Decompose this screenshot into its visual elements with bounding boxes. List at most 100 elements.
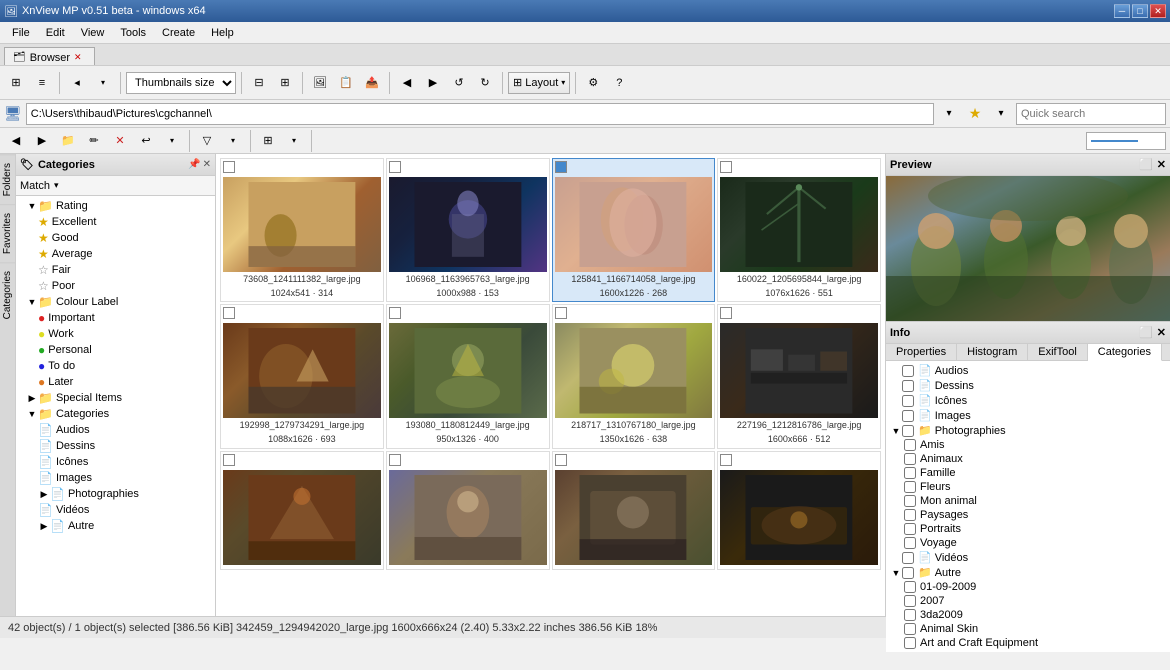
toolbar-refresh[interactable]: ↺ xyxy=(447,70,471,96)
tree-item-personal[interactable]: ● Personal xyxy=(18,342,213,358)
thumb-item-4[interactable]: 160022_1205695844_large.jpg 1076x1626 · … xyxy=(717,158,881,302)
tree-item-rating[interactable]: ▼ 📁 Rating xyxy=(18,198,213,214)
info-expand-icon[interactable]: ⬜ xyxy=(1139,326,1153,339)
pin-button[interactable]: 📌 xyxy=(188,159,200,170)
action-rotate[interactable]: ↩ xyxy=(134,128,158,154)
expand-photos[interactable]: ▶ xyxy=(38,489,50,500)
toolbar-back2[interactable]: ◀ xyxy=(395,70,419,96)
toolbar-help[interactable]: ? xyxy=(607,70,631,96)
cat-item-voyage[interactable]: Voyage xyxy=(888,536,1168,550)
cat-check-2009[interactable] xyxy=(904,581,916,593)
thumb-item-9[interactable] xyxy=(220,451,384,570)
tree-item-audios[interactable]: 📄 Audios xyxy=(18,422,213,438)
cat-check-photographies[interactable] xyxy=(902,425,914,437)
close-panel-button[interactable]: ✕ xyxy=(203,159,211,170)
action-dropdown2[interactable]: ▾ xyxy=(221,128,245,154)
cat-item-icones[interactable]: 📄 Icônes xyxy=(888,393,1168,408)
cat-check-images[interactable] xyxy=(902,410,914,422)
cat-check-dessins[interactable] xyxy=(902,380,914,392)
cat-item-photographies[interactable]: ▼ 📁 Photographies xyxy=(888,423,1168,438)
expand-rating[interactable]: ▼ xyxy=(26,201,38,211)
thumb-item-3[interactable]: 125841_1166714058_large.jpg 1600x1226 · … xyxy=(552,158,716,302)
thumb-item-1[interactable]: 73608_1241111382_large.jpg 1024x541 · 31… xyxy=(220,158,384,302)
cat-item-paysages[interactable]: Paysages xyxy=(888,508,1168,522)
expand-autre[interactable]: ▶ xyxy=(38,521,50,532)
toolbar-back[interactable]: ◂ xyxy=(65,70,89,96)
cat-item-dessins[interactable]: 📄 Dessins xyxy=(888,378,1168,393)
thumb-checkbox-1[interactable] xyxy=(223,161,235,173)
action-dropdown[interactable]: ▾ xyxy=(160,128,184,154)
cat-check-animalskin[interactable] xyxy=(904,623,916,635)
thumb-checkbox-7[interactable] xyxy=(555,307,567,319)
action-view-dropdown[interactable]: ▾ xyxy=(282,128,306,154)
cat-item-autre-root[interactable]: ▼ 📁 Autre xyxy=(888,565,1168,580)
address-input[interactable] xyxy=(26,103,934,125)
layout-button[interactable]: ⊞ Layout ▾ xyxy=(508,72,570,94)
action-back[interactable]: ◀ xyxy=(4,128,28,154)
cat-check-portraits[interactable] xyxy=(904,523,916,535)
thumb-item-2[interactable]: 106968_1163965763_large.jpg 1000x988 · 1… xyxy=(386,158,550,302)
thumb-item-12[interactable] xyxy=(717,451,881,570)
tree-item-autre[interactable]: ▶ 📄 Autre xyxy=(18,518,213,534)
tree-item-photos[interactable]: ▶ 📄 Photographies xyxy=(18,486,213,502)
toolbar-btn4[interactable]: 📋 xyxy=(334,70,358,96)
cat-check-paysages[interactable] xyxy=(904,509,916,521)
tree-item-good[interactable]: ★ Good xyxy=(18,230,213,246)
cat-check-artcraft[interactable] xyxy=(904,637,916,649)
toolbar-btn2[interactable]: ⊞ xyxy=(273,70,297,96)
tree-item-later[interactable]: ● Later xyxy=(18,374,213,390)
thumb-checkbox-2[interactable] xyxy=(389,161,401,173)
action-fwd[interactable]: ▶ xyxy=(30,128,54,154)
info-close-icon[interactable]: ✕ xyxy=(1157,326,1166,339)
expand-special[interactable]: ▶ xyxy=(26,393,38,404)
action-delete[interactable]: ✕ xyxy=(108,128,132,154)
toolbar-settings[interactable]: ⚙ xyxy=(581,70,605,96)
tree-item-excellent[interactable]: ★ Excellent xyxy=(18,214,213,230)
tab-histogram[interactable]: Histogram xyxy=(957,344,1028,360)
toolbar-btn5[interactable]: 📤 xyxy=(360,70,384,96)
cat-item-portraits[interactable]: Portraits xyxy=(888,522,1168,536)
cat-item-videos[interactable]: 📄 Vidéos xyxy=(888,550,1168,565)
thumb-checkbox-10[interactable] xyxy=(389,454,401,466)
cat-item-famille[interactable]: Famille xyxy=(888,466,1168,480)
cat-check-animaux[interactable] xyxy=(904,453,916,465)
minimize-button[interactable]: ─ xyxy=(1114,4,1130,18)
thumb-checkbox-12[interactable] xyxy=(720,454,732,466)
tree-item-poor[interactable]: ☆ Poor xyxy=(18,278,213,294)
cat-check-icones[interactable] xyxy=(902,395,914,407)
cat-check-2007[interactable] xyxy=(904,595,916,607)
thumb-item-10[interactable] xyxy=(386,451,550,570)
bookmark-dropdown-btn[interactable]: ▾ xyxy=(990,103,1012,125)
preview-close-icon[interactable]: ✕ xyxy=(1157,158,1166,171)
thumb-item-6[interactable]: 193080_1180812449_large.jpg 950x1326 · 4… xyxy=(386,304,550,448)
menu-file[interactable]: File xyxy=(4,25,38,41)
thumb-checkbox-11[interactable] xyxy=(555,454,567,466)
tree-item-colour-label[interactable]: ▼ 📁 Colour Label xyxy=(18,294,213,310)
cat-item-animalskin[interactable]: Animal Skin xyxy=(888,622,1168,636)
toolbar-btn3[interactable]: 🖼 xyxy=(308,70,332,96)
folders-tab[interactable]: Folders xyxy=(0,154,15,204)
action-folder-open[interactable]: 📁 xyxy=(56,128,80,154)
expand-categories[interactable]: ▼ xyxy=(26,409,38,419)
cat-check-videos[interactable] xyxy=(902,552,914,564)
cat-check-audios[interactable] xyxy=(902,365,914,377)
cat-item-artcraft[interactable]: Art and Craft Equipment xyxy=(888,636,1168,650)
toolbar-btn1[interactable]: ⊟ xyxy=(247,70,271,96)
thumb-checkbox-5[interactable] xyxy=(223,307,235,319)
cat-check-voyage[interactable] xyxy=(904,537,916,549)
toolbar-details[interactable]: ≡ xyxy=(30,70,54,96)
action-view-grid[interactable]: ⊞ xyxy=(256,128,280,154)
cat-check-amis[interactable] xyxy=(904,439,916,451)
cat-item-audios[interactable]: 📄 Audios xyxy=(888,363,1168,378)
menu-edit[interactable]: Edit xyxy=(38,25,73,41)
thumb-item-8[interactable]: 227196_1212816786_large.jpg 1600x666 · 5… xyxy=(717,304,881,448)
menu-create[interactable]: Create xyxy=(154,25,203,41)
tree-item-average[interactable]: ★ Average xyxy=(18,246,213,262)
thumb-item-7[interactable]: 218717_1310767180_large.jpg 1350x1626 · … xyxy=(552,304,716,448)
match-dropdown[interactable]: ▾ xyxy=(54,180,59,191)
tree-item-todo[interactable]: ● To do xyxy=(18,358,213,374)
tree-item-images[interactable]: 📄 Images xyxy=(18,470,213,486)
tree-item-work[interactable]: ● Work xyxy=(18,326,213,342)
cat-item-fleurs[interactable]: Fleurs xyxy=(888,480,1168,494)
cat-check-famille[interactable] xyxy=(904,467,916,479)
